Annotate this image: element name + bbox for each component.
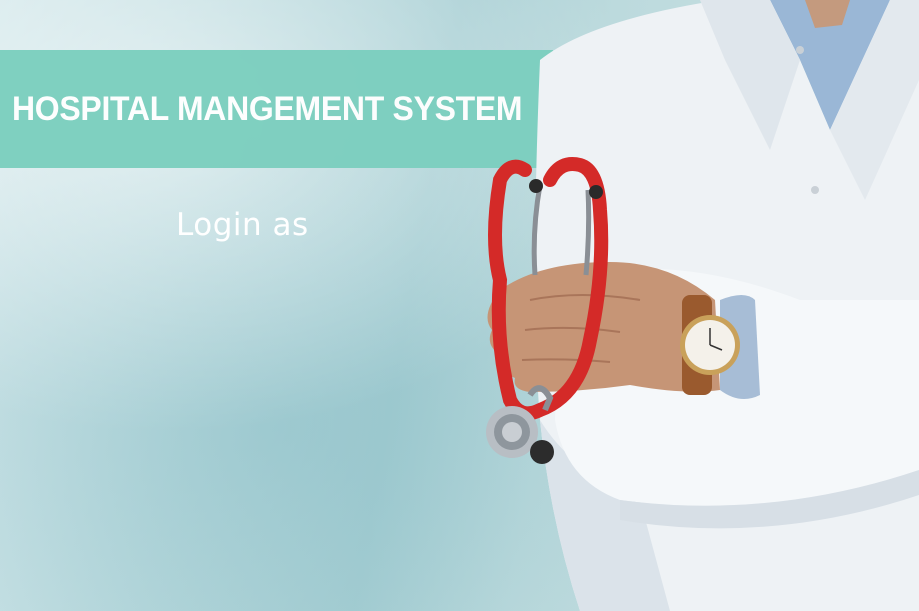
app-title: HOSPITAL MANGEMENT SYSTEM [12,89,523,128]
doctor-illustration [486,0,919,611]
login-as-heading: Login as [176,207,309,243]
